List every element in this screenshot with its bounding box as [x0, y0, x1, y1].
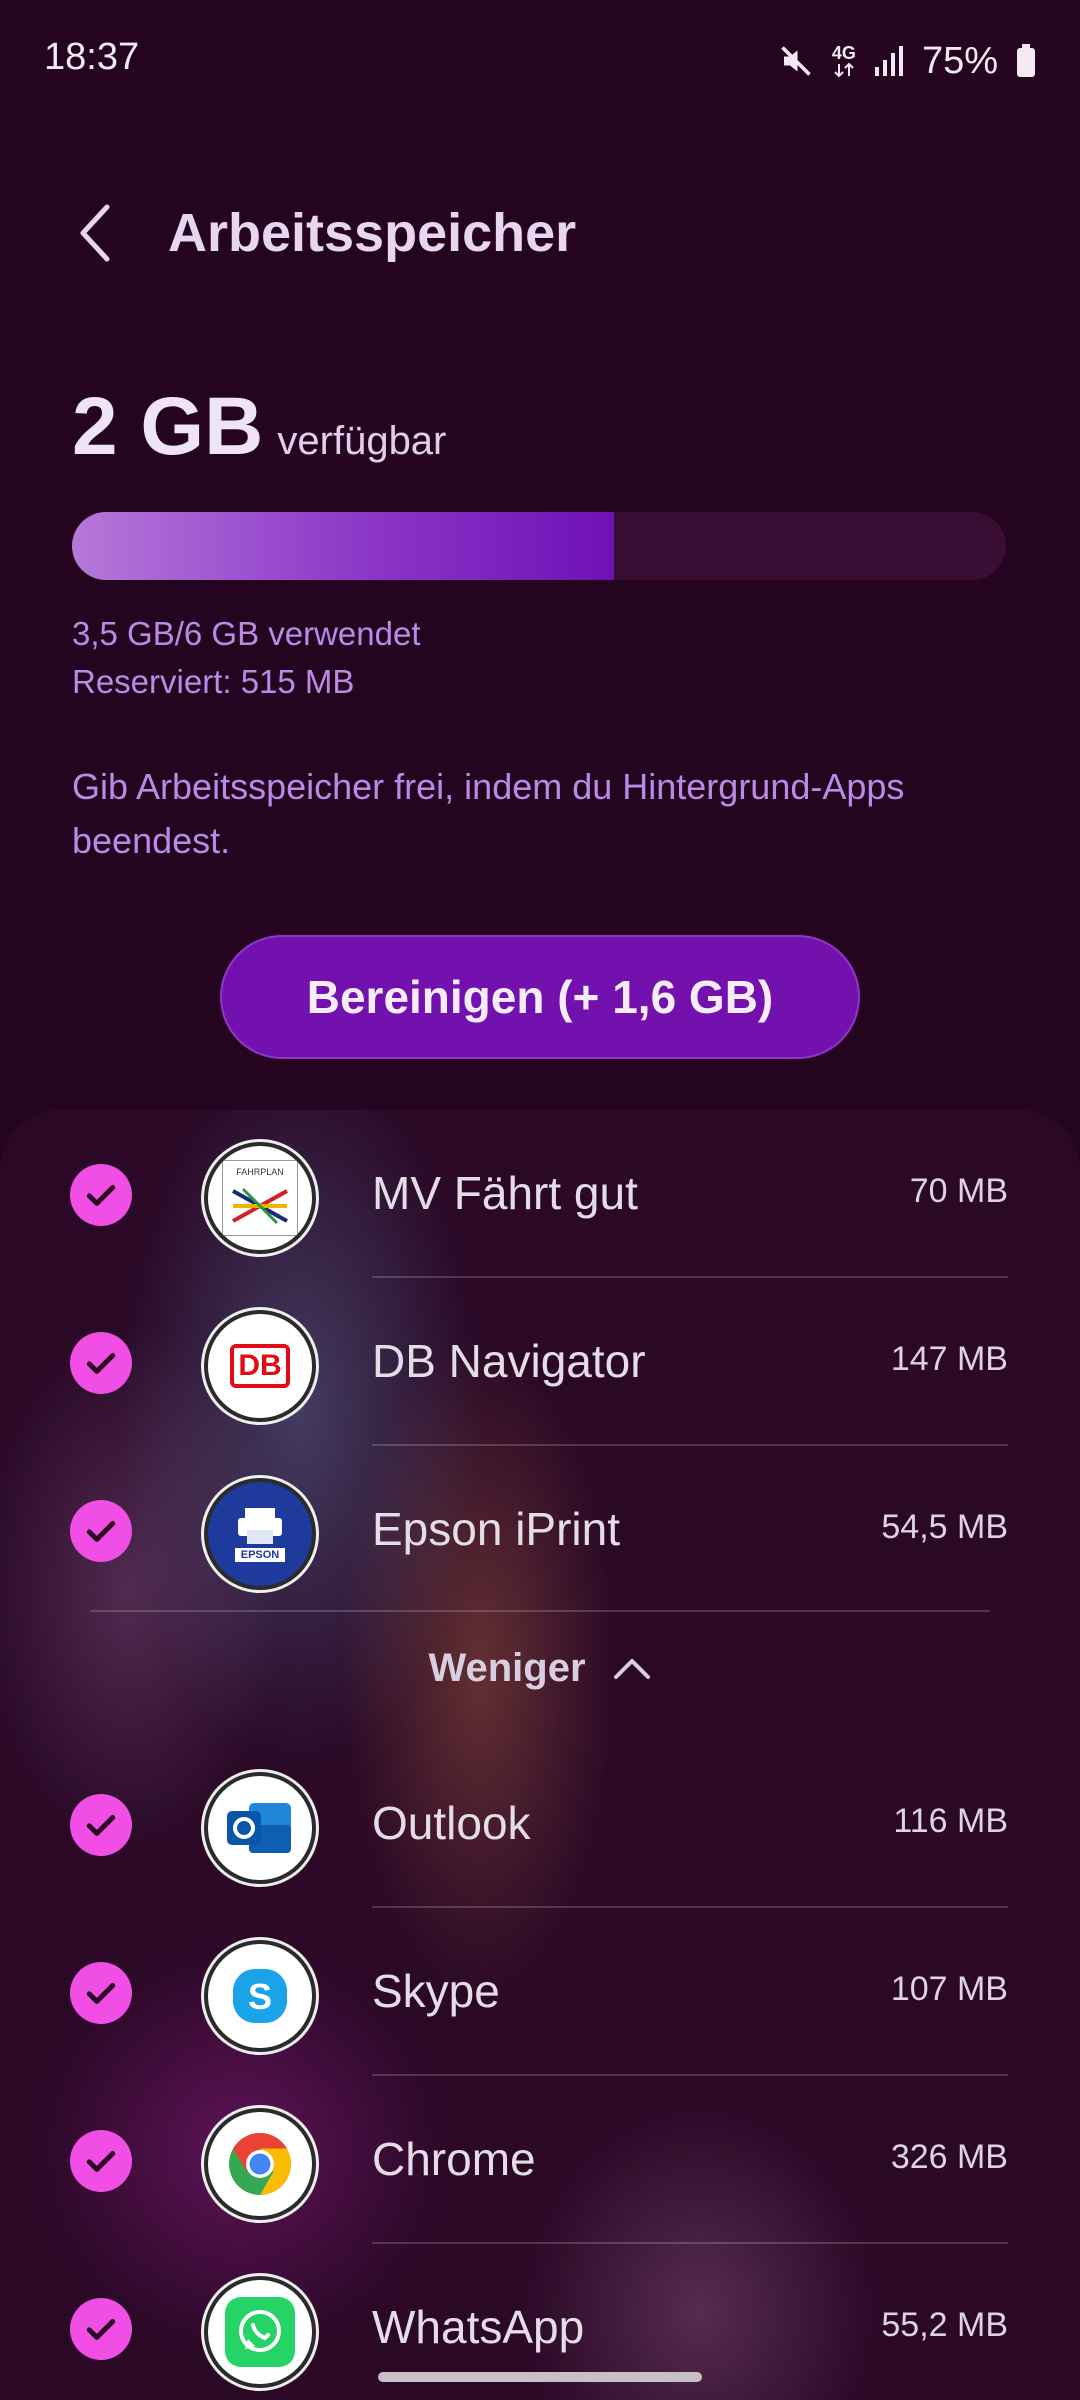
checkbox-checked[interactable]: [70, 2130, 132, 2192]
app-bar: Arbeitsspeicher: [0, 180, 1080, 290]
app-name: Epson iPrint: [372, 1503, 621, 1555]
app-size: 116 MB: [893, 1802, 1008, 1840]
epson-icon: EPSON: [204, 1478, 316, 1590]
app-size: 70 MB: [909, 1172, 1008, 1210]
memory-usage-fill: [72, 512, 614, 580]
check-icon: [86, 1185, 116, 1206]
page-title: Arbeitsspeicher: [168, 203, 577, 263]
checkbox-checked[interactable]: [70, 1500, 132, 1562]
mute-icon: [778, 43, 814, 79]
whatsapp-icon: [204, 2276, 316, 2388]
outlook-icon: [204, 1772, 316, 1884]
app-size: 326 MB: [890, 2138, 1008, 2176]
list-item[interactable]: S Skype 107 MB: [0, 1908, 1080, 2076]
divider: [90, 1610, 990, 1612]
app-size: 107 MB: [890, 1970, 1008, 2008]
check-icon: [86, 1983, 116, 2004]
skype-icon: S: [204, 1940, 316, 2052]
db-icon: DB: [204, 1310, 316, 1422]
chrome-icon: [204, 2108, 316, 2220]
less-toggle[interactable]: Weniger: [0, 1646, 1080, 1691]
app-size: 147 MB: [890, 1340, 1008, 1378]
check-icon: [86, 2151, 116, 2172]
reserved-text: Reserviert: 515 MB: [72, 663, 355, 700]
less-label: Weniger: [428, 1646, 586, 1690]
check-icon: [86, 1521, 116, 1542]
app-name: DB Navigator: [372, 1335, 646, 1387]
status-time: 18:37: [44, 36, 140, 78]
app-size: 54,5 MB: [881, 1508, 1008, 1546]
battery-percent: 75%: [921, 39, 998, 82]
list-item[interactable]: FAHRPLAN MV Fährt gut 70 MB: [0, 1110, 1080, 1278]
app-size: 55,2 MB: [881, 2306, 1008, 2344]
available-label: verfügbar: [277, 419, 447, 463]
list-item[interactable]: Chrome 326 MB: [0, 2076, 1080, 2244]
list-item[interactable]: EPSON Epson iPrint 54,5 MB: [0, 1446, 1080, 1614]
signal-icon: [874, 45, 904, 77]
battery-icon: [1016, 44, 1036, 78]
less-toggle-row: Weniger: [0, 1610, 1080, 1720]
available-row: 2 GB verfügbar: [72, 380, 1008, 474]
check-icon: [86, 1353, 116, 1374]
svg-text:S: S: [248, 1976, 272, 2017]
gesture-handle[interactable]: [378, 2372, 702, 2382]
memory-summary: 2 GB verfügbar 3,5 GB/6 GB verwendet Res…: [72, 380, 1008, 868]
list-item[interactable]: Outlook 116 MB: [0, 1740, 1080, 1908]
check-icon: [86, 2319, 116, 2340]
network-type-icon: 4G: [832, 44, 856, 78]
memory-details: 3,5 GB/6 GB verwendet Reserviert: 515 MB: [72, 610, 1008, 706]
chevron-up-icon: [613, 1658, 650, 1679]
used-text: 3,5 GB/6 GB verwendet: [72, 615, 421, 652]
status-icons: 4G 75%: [778, 36, 1036, 86]
checkbox-checked[interactable]: [70, 1962, 132, 2024]
available-value: 2 GB: [72, 381, 264, 472]
app-name: MV Fährt gut: [372, 1167, 638, 1219]
status-bar: 18:37 4G 75%: [0, 0, 1080, 120]
hint-text: Gib Arbeitsspeicher frei, indem du Hinte…: [72, 766, 905, 861]
checkbox-checked[interactable]: [70, 2298, 132, 2360]
list-item[interactable]: DB DB Navigator 147 MB: [0, 1278, 1080, 1446]
checkbox-checked[interactable]: [70, 1794, 132, 1856]
checkbox-checked[interactable]: [70, 1164, 132, 1226]
app-name: Chrome: [372, 2133, 536, 2185]
app-name: WhatsApp: [372, 2301, 585, 2353]
fahrplan-icon: FAHRPLAN: [204, 1142, 316, 1254]
app-name: Outlook: [372, 1797, 531, 1849]
back-button[interactable]: [60, 198, 130, 268]
memory-usage-bar: [72, 512, 1006, 580]
app-name: Skype: [372, 1965, 500, 2017]
checkbox-checked[interactable]: [70, 1332, 132, 1394]
back-arrow-icon: [80, 204, 110, 262]
app-list: FAHRPLAN MV Fährt gut 70 MB DB DB Naviga…: [0, 1110, 1080, 2400]
check-icon: [86, 1815, 116, 1836]
clean-button[interactable]: Bereinigen (+ 1,6 GB): [220, 935, 860, 1059]
